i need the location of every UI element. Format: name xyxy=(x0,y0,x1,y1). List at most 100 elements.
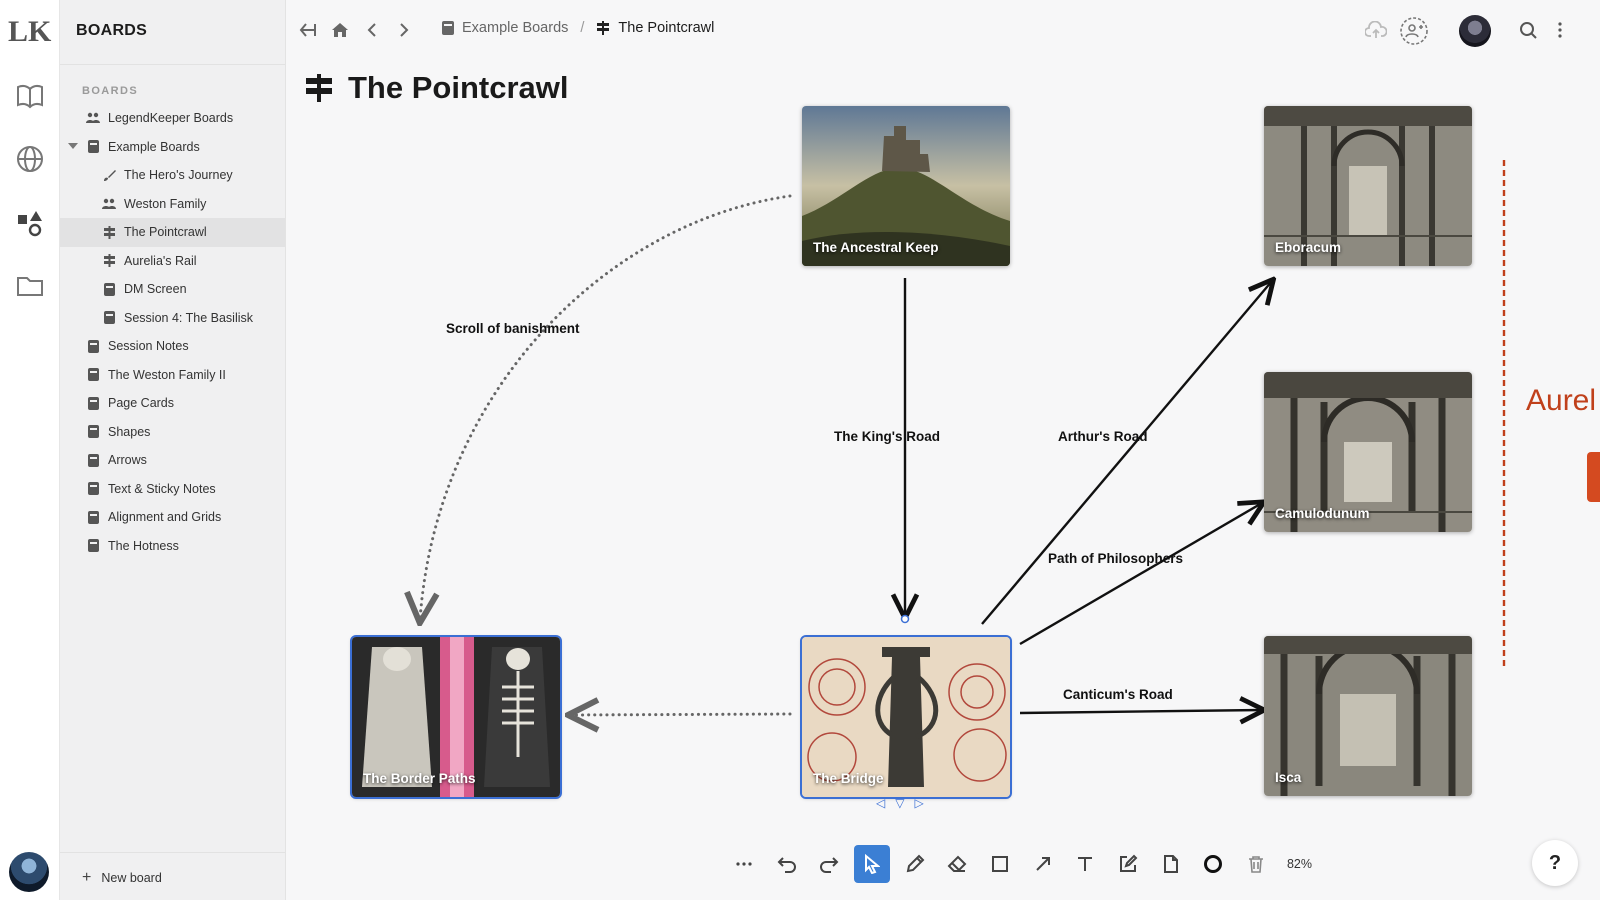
sidebar-item-label: The Pointcrawl xyxy=(124,225,207,240)
new-board-button[interactable]: + New board xyxy=(82,869,162,887)
card-title: Isca xyxy=(1275,770,1302,785)
kebab-menu-icon[interactable] xyxy=(1548,18,1572,42)
people-icon xyxy=(102,197,116,211)
cloud-upload-icon[interactable] xyxy=(1364,18,1388,42)
sidebar-divider xyxy=(60,64,285,65)
more-icon[interactable] xyxy=(726,845,762,883)
scroll-of-banishment-arrow[interactable] xyxy=(420,194,792,620)
edge-label-philosophers[interactable]: Path of Philosophers xyxy=(1048,551,1183,566)
eraser-icon[interactable] xyxy=(939,845,975,883)
board-canvas[interactable]: The Pointcrawl The Ancestral Keep Eborac… xyxy=(286,62,1600,900)
board-icon xyxy=(86,482,100,496)
signpost-icon xyxy=(596,21,610,35)
circle-icon[interactable] xyxy=(1196,845,1232,883)
offscreen-region-label: Aurel xyxy=(1526,384,1597,417)
canticums-road-arrow[interactable] xyxy=(1019,710,1262,713)
sidebar-item[interactable]: Session Notes xyxy=(60,332,285,361)
collaborator-avatar[interactable] xyxy=(1459,15,1491,47)
back-chevron-icon[interactable] xyxy=(360,18,384,42)
page-icon[interactable] xyxy=(1153,845,1189,883)
arthurs-road-arrow[interactable] xyxy=(981,281,1272,625)
card-eboracum[interactable]: Eboracum xyxy=(1264,106,1472,266)
search-icon[interactable] xyxy=(1516,18,1540,42)
board-icon xyxy=(86,396,100,410)
home-icon[interactable] xyxy=(328,18,352,42)
edge-label-canticums[interactable]: Canticum's Road xyxy=(1063,687,1173,702)
sidebar-item[interactable]: Shapes xyxy=(60,418,285,447)
drawing-toolbar: 82% xyxy=(720,840,1318,888)
card-isca[interactable]: Isca xyxy=(1264,636,1472,796)
app-logo[interactable]: LK xyxy=(6,14,54,48)
offscreen-card-edge[interactable] xyxy=(1587,452,1600,502)
undo-icon[interactable] xyxy=(769,845,805,883)
sidebar-section-label: BOARDS xyxy=(82,85,139,97)
sidebar-item[interactable]: The Pointcrawl xyxy=(60,218,285,247)
sidebar-item[interactable]: Example Boards xyxy=(60,133,285,162)
board-icon xyxy=(86,453,100,467)
edge-label-arthurs-road[interactable]: Arthur's Road xyxy=(1058,429,1147,444)
collapse-sidebar-icon[interactable] xyxy=(296,18,320,42)
nav-left-icon[interactable]: ◁ xyxy=(876,796,885,810)
share-user-icon[interactable] xyxy=(1399,16,1429,46)
card-ancestral-keep[interactable]: The Ancestral Keep xyxy=(802,106,1010,266)
sidebar-item-label: Shapes xyxy=(108,424,151,439)
sidebar-item[interactable]: Text & Sticky Notes xyxy=(60,475,285,504)
forward-chevron-icon[interactable] xyxy=(392,18,416,42)
card-camulodunum[interactable]: Camulodunum xyxy=(1264,372,1472,532)
sidebar-item[interactable]: Aurelia's Rail xyxy=(60,247,285,276)
select-icon[interactable] xyxy=(854,845,890,883)
edge-label-scroll[interactable]: Scroll of banishment xyxy=(446,321,580,336)
board-tree: LegendKeeper Boards Example Boards The Her… xyxy=(60,104,285,560)
board-icon xyxy=(86,539,100,553)
sidebar-item[interactable]: Alignment and Grids xyxy=(60,503,285,532)
nav-right-icon[interactable]: ▷ xyxy=(914,796,923,810)
sidebar-item-label: Arrows xyxy=(108,453,147,468)
wiki-book-icon[interactable] xyxy=(12,78,48,114)
board-icon xyxy=(86,140,100,154)
sidebar-item[interactable]: LegendKeeper Boards xyxy=(60,104,285,133)
sidebar-item-label: DM Screen xyxy=(124,282,187,297)
path-of-philosophers-arrow[interactable] xyxy=(1019,503,1262,646)
sidebar-item[interactable]: Page Cards xyxy=(60,389,285,418)
boards-shapes-icon[interactable] xyxy=(12,205,48,241)
zoom-level[interactable]: 82% xyxy=(1287,857,1312,871)
user-avatar[interactable] xyxy=(9,852,49,892)
trash-icon[interactable] xyxy=(1238,845,1274,883)
files-folder-icon[interactable] xyxy=(12,268,48,304)
help-button[interactable]: ? xyxy=(1532,840,1578,886)
sidebar-item[interactable]: The Hotness xyxy=(60,532,285,561)
rectangle-icon[interactable] xyxy=(982,845,1018,883)
sidebar-item[interactable]: Weston Family xyxy=(60,190,285,219)
boards-sidebar: BOARDS BOARDS LegendKeeper Boards Example… xyxy=(60,0,286,900)
card-title: The Bridge xyxy=(813,771,884,786)
sidebar-item[interactable]: Session 4: The Basilisk xyxy=(60,304,285,333)
breadcrumb-parent[interactable]: Example Boards xyxy=(462,20,568,36)
nav-down-icon[interactable]: ▽ xyxy=(895,796,904,810)
kings-road-anchor xyxy=(900,614,910,624)
card-border-paths[interactable]: The Border Paths xyxy=(350,635,562,799)
breadcrumb-current[interactable]: The Pointcrawl xyxy=(618,20,714,36)
sidebar-item[interactable]: The Weston Family II xyxy=(60,361,285,390)
sidebar-item-label: Text & Sticky Notes xyxy=(108,481,216,496)
sidebar-item[interactable]: Arrows xyxy=(60,446,285,475)
sidebar-item[interactable]: DM Screen xyxy=(60,275,285,304)
sidebar-item-label: LegendKeeper Boards xyxy=(108,111,234,126)
border-paths-arrow[interactable] xyxy=(571,714,792,715)
atlas-globe-icon[interactable] xyxy=(12,141,48,177)
board-icon xyxy=(86,339,100,353)
card-bridge[interactable]: The Bridge xyxy=(800,635,1012,799)
signpost-icon xyxy=(102,225,116,239)
sidebar-item-label: Example Boards xyxy=(108,139,200,154)
redo-icon[interactable] xyxy=(811,845,847,883)
edge-label-kings-road[interactable]: The King's Road xyxy=(834,429,940,444)
note-icon[interactable] xyxy=(1110,845,1146,883)
caret-down-icon[interactable] xyxy=(68,142,78,149)
plus-icon: + xyxy=(82,869,92,886)
sidebar-item-label: Aurelia's Rail xyxy=(124,253,197,268)
pencil-icon[interactable] xyxy=(897,845,933,883)
card-nav-arrows: ◁ ▽ ▷ xyxy=(876,796,924,810)
text-icon[interactable] xyxy=(1068,845,1104,883)
sidebar-item-label: The Hero's Journey xyxy=(124,168,233,183)
arrow-icon[interactable] xyxy=(1025,845,1061,883)
sidebar-item[interactable]: The Hero's Journey xyxy=(60,161,285,190)
